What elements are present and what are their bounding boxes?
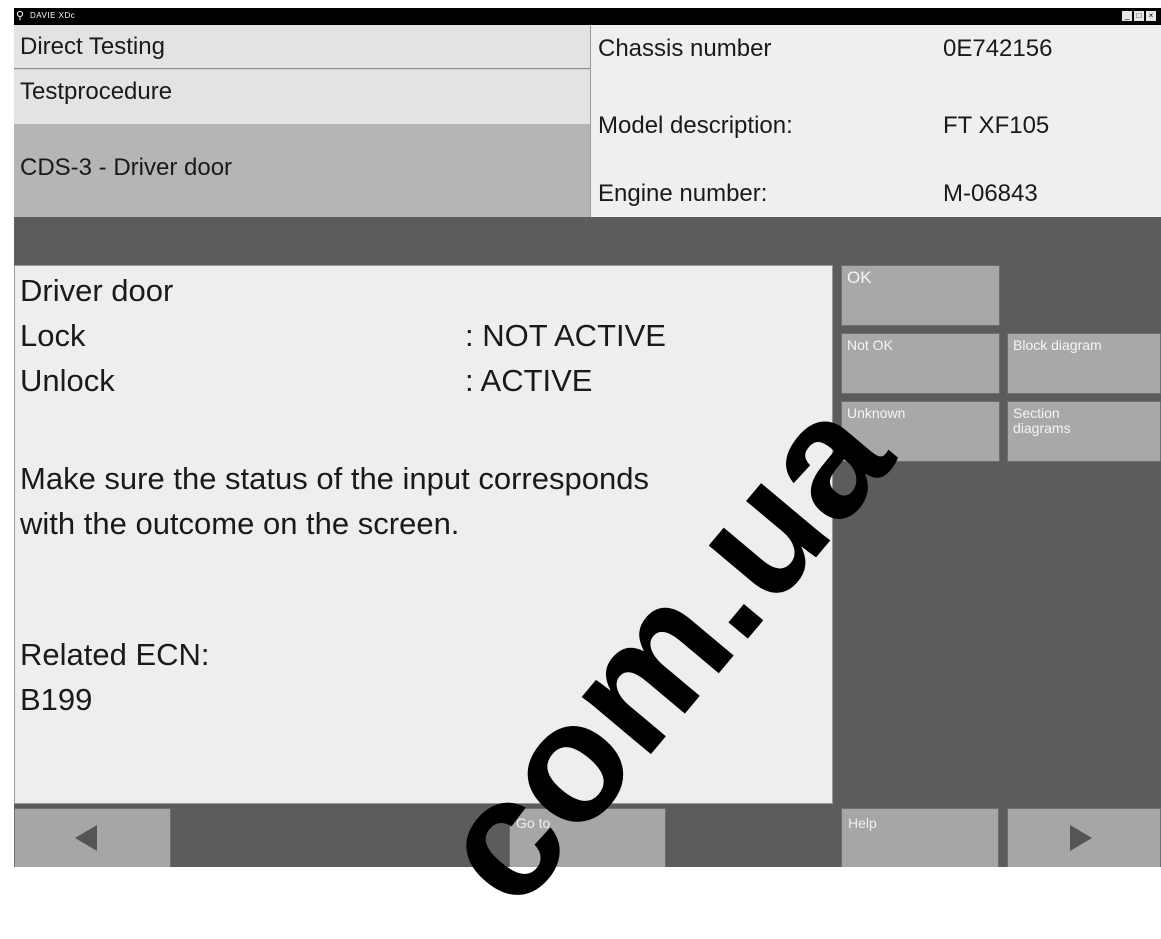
chassis-value: 0E742156	[943, 35, 1053, 62]
triangle-right-icon	[1070, 825, 1092, 851]
model-value: FT XF105	[943, 112, 1050, 139]
goto-button[interactable]: Go to	[509, 808, 666, 867]
maximize-icon[interactable]: □	[1134, 11, 1144, 21]
app-icon: ⚲	[16, 10, 25, 22]
help-button[interactable]: Help	[841, 808, 999, 867]
vehicle-info: Chassis number 0E742156 Model descriptio…	[590, 25, 1161, 217]
status-label-unlock: Unlock	[20, 363, 115, 398]
ok-button[interactable]: OK	[841, 265, 1000, 326]
model-label: Model description:	[598, 112, 793, 139]
chassis-label: Chassis number	[598, 35, 772, 62]
breadcrumb: Direct Testing Testprocedure CDS-3 - Dri…	[14, 25, 590, 217]
section-diagrams-label-1: Section	[1013, 405, 1060, 421]
section-diagrams-button[interactable]: Section diagrams	[1007, 401, 1161, 462]
block-diagram-button[interactable]: Block diagram	[1007, 333, 1161, 394]
component-title: Driver door	[20, 273, 174, 308]
minimize-icon[interactable]: _	[1122, 11, 1132, 21]
back-button[interactable]	[14, 808, 171, 867]
instruction-line-2: with the outcome on the screen.	[20, 506, 460, 541]
mode-title: Direct Testing	[14, 25, 590, 69]
related-ecn-label: Related ECN:	[20, 637, 210, 672]
separator-band	[14, 217, 1161, 265]
forward-button[interactable]	[1007, 808, 1161, 867]
test-result-panel: Driver door Lock : NOT ACTIVE Unlock : A…	[14, 265, 833, 804]
engine-label: Engine number:	[598, 180, 768, 207]
related-ecn-value: B199	[20, 682, 93, 717]
section-title: Testprocedure	[14, 70, 590, 124]
status-value-lock: : NOT ACTIVE	[465, 318, 666, 353]
engine-value: M-06843	[943, 180, 1038, 207]
status-label-lock: Lock	[20, 318, 86, 353]
not-ok-button[interactable]: Not OK	[841, 333, 1000, 394]
procedure-title: CDS-3 - Driver door	[14, 124, 590, 217]
section-diagrams-label-2: diagrams	[1013, 420, 1071, 436]
unknown-button[interactable]: Unknown	[841, 401, 1000, 462]
title-bar: ⚲ DAVIE XDc _ □ ×	[14, 8, 1161, 25]
app-window: ⚲ DAVIE XDc _ □ × Direct Testing Testpro…	[14, 8, 1161, 867]
window-title: DAVIE XDc	[30, 11, 76, 20]
status-value-unlock: : ACTIVE	[465, 363, 593, 398]
close-icon[interactable]: ×	[1146, 11, 1156, 21]
triangle-left-icon	[75, 825, 97, 851]
instruction-line-1: Make sure the status of the input corres…	[20, 461, 649, 496]
navigation-bar: Go to Help	[14, 804, 1161, 867]
